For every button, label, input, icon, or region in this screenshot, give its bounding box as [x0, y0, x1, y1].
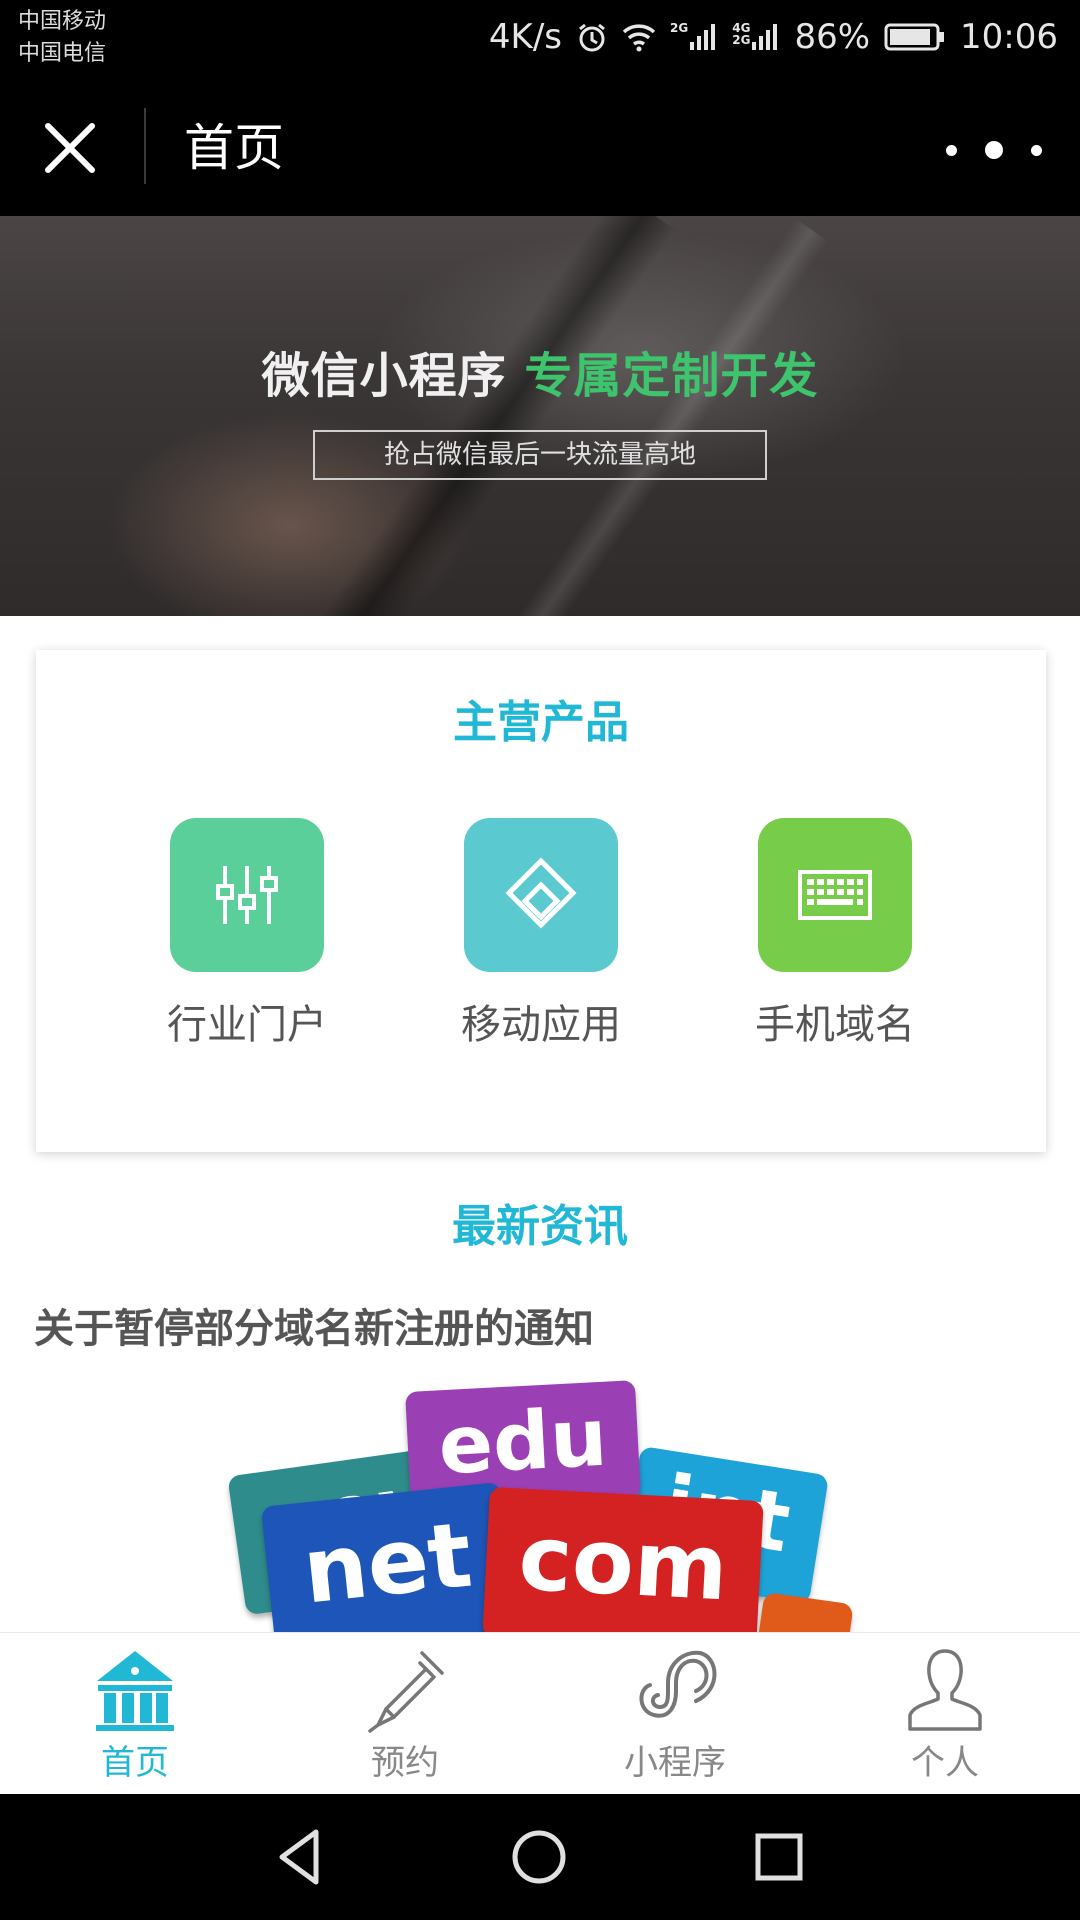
- product-label: 行业门户: [167, 1002, 327, 1048]
- title-bar: 首页: [0, 80, 1080, 216]
- product-industry-portal[interactable]: 行业门户: [127, 818, 367, 1050]
- banner-title-main: 微信小程序: [261, 348, 507, 404]
- nav-item-home[interactable]: 首页: [35, 1645, 235, 1793]
- product-tile: [464, 818, 618, 972]
- title-divider: [144, 108, 146, 184]
- product-label: 移动应用: [461, 1002, 621, 1048]
- pen-icon: [368, 1651, 444, 1733]
- close-button[interactable]: [40, 118, 100, 178]
- promo-banner[interactable]: 微信小程序 专属定制开发 抢占微信最后一块流量高地: [0, 216, 1080, 616]
- back-triangle-icon: [279, 1829, 319, 1885]
- domain-sign-com: com: [482, 1486, 764, 1632]
- status-bar: 中国移动 中国电信 4K/s 2G 4G 2G 86% 10:06: [0, 0, 1080, 80]
- more-dot-icon: [946, 144, 957, 156]
- banner-decoration: [274, 216, 676, 616]
- recents-key[interactable]: [746, 1824, 812, 1890]
- domain-sign-net: net: [260, 1481, 516, 1632]
- products-title: 主营产品: [453, 697, 629, 748]
- back-key[interactable]: [268, 1824, 334, 1890]
- status-indicators: 4K/s 2G 4G 2G 86% 10:06: [489, 12, 1058, 62]
- nav-label: 小程序: [624, 1743, 726, 1783]
- app-screen: 中国移动 中国电信 4K/s 2G 4G 2G 86% 10:06 首页 微信小…: [0, 0, 1080, 1920]
- sim2-network-type-bottom: 2G: [732, 33, 751, 47]
- article-image[interactable]: gov int edu net com: [0, 1370, 1080, 1632]
- sliders-icon: [216, 866, 278, 924]
- battery-icon: [884, 22, 946, 52]
- person-icon: [908, 1649, 982, 1731]
- page-title: 首页: [184, 119, 284, 177]
- miniprogram-icon: [639, 1650, 717, 1718]
- alarm-icon: [576, 21, 608, 53]
- system-navigation-bar: [0, 1794, 1080, 1920]
- carrier-1: 中国移动: [18, 9, 107, 34]
- more-dot-icon: [1031, 144, 1042, 156]
- product-tile: [758, 818, 912, 972]
- product-tile: [170, 818, 324, 972]
- nav-item-booking[interactable]: 预约: [305, 1645, 505, 1793]
- wifi-icon: [622, 22, 656, 52]
- signal-icon-sim1: 2G: [670, 22, 718, 52]
- more-options-button[interactable]: [946, 130, 1042, 170]
- banner-subtitle: 抢占微信最后一块流量高地: [313, 430, 767, 480]
- layers-icon: [505, 857, 577, 929]
- banner-title: 微信小程序 专属定制开发: [0, 336, 1080, 406]
- nav-label: 个人: [911, 1743, 979, 1783]
- nav-label: 首页: [101, 1743, 169, 1783]
- clock: 10:06: [960, 17, 1058, 57]
- carrier-names: 中国移动 中国电信: [18, 6, 106, 70]
- network-speed: 4K/s: [488, 17, 563, 57]
- home-circle-icon: [512, 1830, 566, 1884]
- carrier-2: 中国电信: [18, 41, 107, 66]
- domain-sign-partial: [756, 1592, 854, 1632]
- products-card: 主营产品 行业门户 移动应用 手机域名: [36, 650, 1046, 1152]
- close-icon: [45, 123, 95, 173]
- battery-percent: 86%: [794, 17, 871, 57]
- keyboard-icon: [798, 870, 872, 920]
- more-dot-icon: [985, 141, 1003, 159]
- product-label: 手机域名: [755, 1002, 915, 1048]
- nav-label: 预约: [371, 1743, 439, 1783]
- nav-item-miniprogram[interactable]: 小程序: [575, 1645, 775, 1793]
- news-title: 最新资讯: [452, 1201, 628, 1252]
- banner-title-highlight: 专属定制开发: [524, 348, 819, 404]
- article-title[interactable]: 关于暂停部分域名新注册的通知: [34, 1296, 594, 1354]
- product-mobile-domain[interactable]: 手机域名: [715, 818, 955, 1050]
- nav-item-profile[interactable]: 个人: [845, 1645, 1045, 1793]
- bottom-nav: 首页 预约 小程序 个人: [0, 1632, 1080, 1794]
- home-key[interactable]: [506, 1824, 572, 1890]
- bank-icon: [96, 1651, 174, 1731]
- product-mobile-app[interactable]: 移动应用: [421, 818, 661, 1050]
- sim1-network-type: 2G: [670, 21, 689, 35]
- recents-square-icon: [755, 1833, 803, 1881]
- signal-icon-sim2: 4G 2G: [732, 22, 780, 52]
